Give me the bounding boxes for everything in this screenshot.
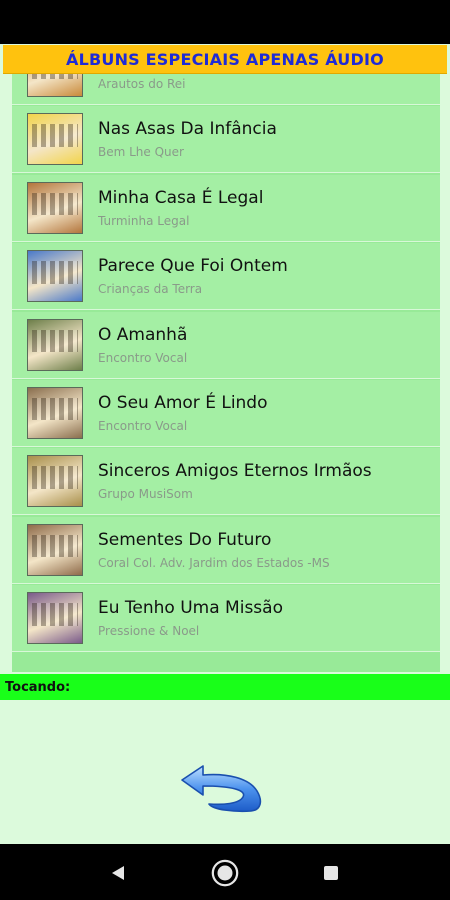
album-cover-image (27, 523, 83, 576)
album-cover-image (27, 113, 83, 166)
album-text: O Seu Amor É Lindo Encontro Vocal (98, 392, 268, 434)
album-artist: Coral Col. Adv. Jardim dos Estados -MS (98, 555, 330, 570)
album-cover-image (27, 72, 83, 97)
triangle-back-icon (112, 866, 124, 880)
album-artist: Encontro Vocal (98, 418, 188, 433)
circle-home-icon (211, 859, 239, 887)
album-list-item[interactable]: O Amanhã Encontro Vocal (12, 311, 440, 379)
album-cover-image (27, 455, 83, 508)
album-artist: Bem Lhe Quer (98, 145, 184, 160)
album-title: Nas Asas Da Infância (98, 119, 277, 140)
album-text: Nas Asas Da Infância Bem Lhe Quer (98, 118, 277, 160)
album-title: O Amanhã (98, 324, 188, 345)
album-cover-image (27, 250, 83, 303)
album-artist: Grupo MusiSom (98, 487, 193, 502)
album-artist: Encontro Vocal (98, 350, 188, 365)
album-text: Eu Tenho Uma Missão Pressione & Noel (98, 597, 283, 639)
app-screen: ÁLBUNS ESPECIAIS APENAS ÁUDIO Baixinhos … (0, 44, 450, 844)
navigation-bar (0, 844, 450, 900)
album-title: O Seu Amor É Lindo (98, 392, 268, 413)
album-list-item[interactable]: Minha Casa É Legal Turminha Legal (12, 174, 440, 242)
square-recents-icon (324, 866, 338, 880)
album-list-item[interactable]: Baixinhos E GrandõesArautos do Rei (12, 72, 440, 105)
now-playing-bar: Tocando: (0, 674, 450, 700)
status-bar (0, 0, 450, 44)
nav-home-button[interactable] (210, 858, 240, 888)
page-title: ÁLBUNS ESPECIAIS APENAS ÁUDIO (3, 45, 447, 73)
album-cover-image (27, 318, 83, 371)
album-title: Minha Casa É Legal (98, 187, 264, 208)
album-artist: Turminha Legal (98, 213, 190, 228)
album-text: Sementes Do Futuro Coral Col. Adv. Jardim… (98, 529, 330, 571)
album-list-item[interactable]: O Seu Amor É Lindo Encontro Vocal (12, 379, 440, 447)
album-text: Parece Que Foi Ontem Crianças da Terra (98, 255, 288, 297)
back-arrow-icon (181, 765, 262, 813)
album-text: Sinceros Amigos Eternos Irmãos Grupo Musi… (98, 460, 372, 502)
album-artist: Arautos do Rei (98, 77, 186, 91)
album-list-item[interactable]: Sementes Do Futuro Coral Col. Adv. Jardim… (12, 516, 440, 584)
album-list-item[interactable]: Nas Asas Da Infância Bem Lhe Quer (12, 106, 440, 174)
album-title: Sementes Do Futuro (98, 529, 272, 550)
album-text: Baixinhos E GrandõesArautos do Rei (98, 72, 284, 92)
album-list-item[interactable]: Eu Tenho Uma Missão Pressione & Noel (12, 585, 440, 653)
album-list-item[interactable]: Parece Que Foi Ontem Crianças da Terra (12, 243, 440, 311)
now-playing-label: Tocando: (5, 679, 71, 695)
album-cover-image (27, 386, 83, 439)
album-cover-image (27, 592, 83, 645)
album-list[interactable]: Baixinhos E GrandõesArautos do Rei Nas As… (12, 72, 440, 672)
album-title: Sinceros Amigos Eternos Irmãos (98, 461, 372, 482)
album-cover-image (27, 181, 83, 234)
album-artist: Pressione & Noel (98, 624, 200, 639)
album-list-item[interactable]: Sinceros Amigos Eternos Irmãos Grupo Musi… (12, 448, 440, 516)
back-button[interactable] (179, 764, 265, 814)
nav-recents-button[interactable] (316, 858, 346, 888)
nav-back-button[interactable] (103, 858, 133, 888)
album-title: Eu Tenho Uma Missão (98, 598, 283, 619)
album-text: O Amanhã Encontro Vocal (98, 324, 187, 366)
album-artist: Crianças da Terra (98, 282, 203, 297)
album-title: Parece Que Foi Ontem (98, 256, 288, 277)
album-text: Minha Casa É Legal Turminha Legal (98, 187, 263, 229)
